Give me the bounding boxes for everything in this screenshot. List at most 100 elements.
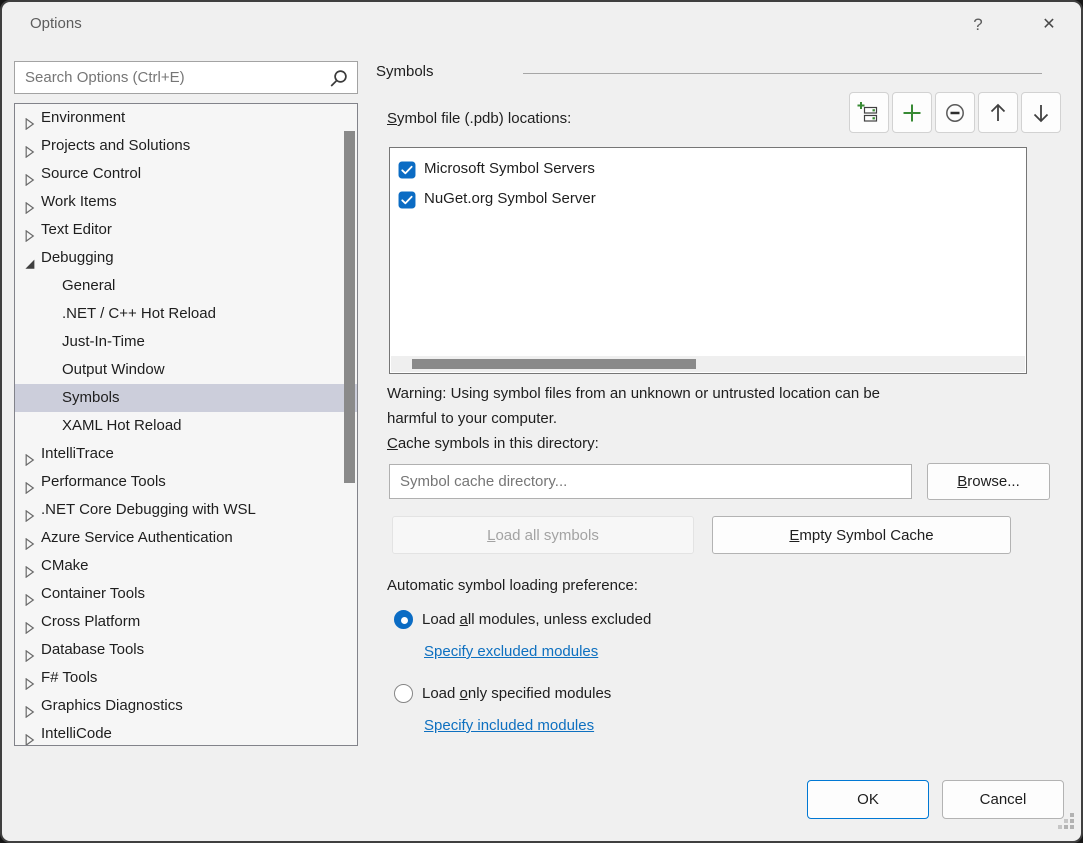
specify-included-modules-link[interactable]: Specify included modules bbox=[424, 717, 594, 734]
sidebar-item-cmake[interactable]: CMake bbox=[15, 552, 357, 580]
radio-load-all-modules-label[interactable]: Load all modules, unless excluded bbox=[422, 611, 651, 628]
warning-text-line2: harmful to your computer. bbox=[387, 410, 557, 427]
symbol-locations-list[interactable]: Microsoft Symbol ServersNuGet.org Symbol… bbox=[389, 147, 1027, 374]
move-down-button[interactable] bbox=[1021, 92, 1061, 133]
auto-loading-preference-label: Automatic symbol loading preference: bbox=[387, 577, 638, 594]
sidebar-item-symbols[interactable]: Symbols bbox=[15, 384, 357, 412]
sidebar-item-net-core-debugging-with-wsl[interactable]: .NET Core Debugging with WSL bbox=[15, 496, 357, 524]
specify-excluded-modules-link[interactable]: Specify excluded modules bbox=[424, 643, 598, 660]
warning-text-line1: Warning: Using symbol files from an unkn… bbox=[387, 385, 880, 402]
close-button[interactable]: ✕ bbox=[1032, 10, 1066, 40]
sidebar-item-source-control[interactable]: Source Control bbox=[15, 160, 357, 188]
sidebar-item-cross-platform[interactable]: Cross Platform bbox=[15, 608, 357, 636]
radio-load-all-modules[interactable] bbox=[394, 610, 413, 629]
tree-collapsed-icon[interactable] bbox=[24, 532, 36, 544]
sidebar-item-container-tools[interactable]: Container Tools bbox=[15, 580, 357, 608]
search-input[interactable] bbox=[15, 62, 357, 93]
tree-collapsed-icon[interactable] bbox=[24, 504, 36, 516]
sidebar-item-label: Text Editor bbox=[41, 216, 112, 244]
sidebar-item-xaml-hot-reload[interactable]: XAML Hot Reload bbox=[15, 412, 357, 440]
options-dialog: Options ? ✕ EnvironmentProjects and Solu… bbox=[0, 0, 1083, 843]
sidebar-item-label: Projects and Solutions bbox=[41, 132, 190, 160]
sidebar-item-label: XAML Hot Reload bbox=[62, 412, 182, 440]
sidebar-item-label: Performance Tools bbox=[41, 468, 166, 496]
sidebar-item-debugging[interactable]: Debugging bbox=[15, 244, 357, 272]
label-post: ache symbols in this directory: bbox=[398, 435, 599, 452]
label-accel: C bbox=[387, 435, 398, 452]
resize-grip[interactable] bbox=[1056, 811, 1075, 835]
tree-collapsed-icon[interactable] bbox=[24, 644, 36, 656]
browse-button[interactable]: Browse... bbox=[927, 463, 1050, 500]
tree-collapsed-icon[interactable] bbox=[24, 588, 36, 600]
sidebar-item-intellicode[interactable]: IntelliCode bbox=[15, 720, 357, 746]
sidebar-item-graphics-diagnostics[interactable]: Graphics Diagnostics bbox=[15, 692, 357, 720]
tree-collapsed-icon[interactable] bbox=[24, 224, 36, 236]
sidebar-item-performance-tools[interactable]: Performance Tools bbox=[15, 468, 357, 496]
tree-collapsed-icon[interactable] bbox=[24, 700, 36, 712]
tree-collapsed-icon[interactable] bbox=[24, 448, 36, 460]
sidebar-item-text-editor[interactable]: Text Editor bbox=[15, 216, 357, 244]
sidebar-item-label: Just-In-Time bbox=[62, 328, 145, 356]
list-horizontal-scrollbar[interactable] bbox=[391, 356, 1025, 372]
help-button[interactable]: ? bbox=[962, 10, 994, 40]
radio-load-only-specified[interactable] bbox=[394, 684, 413, 703]
label-post: ymbol file (.pdb) locations: bbox=[397, 110, 571, 127]
symbol-location-label: NuGet.org Symbol Server bbox=[424, 184, 596, 214]
tree-vertical-scrollbar[interactable] bbox=[344, 131, 355, 483]
cancel-button[interactable]: Cancel bbox=[942, 780, 1064, 819]
title-bar[interactable]: Options ? ✕ bbox=[2, 2, 1081, 48]
sidebar-item-projects-and-solutions[interactable]: Projects and Solutions bbox=[15, 132, 357, 160]
move-up-button[interactable] bbox=[978, 92, 1018, 133]
radio-load-only-specified-label[interactable]: Load only specified modules bbox=[422, 685, 611, 702]
move-down-icon bbox=[1029, 101, 1053, 125]
sidebar-item-net-c-hot-reload[interactable]: .NET / C++ Hot Reload bbox=[15, 300, 357, 328]
empty-symbol-cache-button[interactable]: Empty Symbol Cache bbox=[712, 516, 1011, 554]
options-category-tree: EnvironmentProjects and SolutionsSource … bbox=[14, 103, 358, 746]
tree-collapsed-icon[interactable] bbox=[24, 616, 36, 628]
sidebar-item-label: Cross Platform bbox=[41, 608, 140, 636]
tree-collapsed-icon[interactable] bbox=[24, 168, 36, 180]
cache-directory-label: Cache symbols in this directory: bbox=[387, 435, 599, 452]
sidebar-item-label: Graphics Diagnostics bbox=[41, 692, 183, 720]
sidebar-item-label: IntelliCode bbox=[41, 720, 112, 746]
sidebar-item-intellitrace[interactable]: IntelliTrace bbox=[15, 440, 357, 468]
tree-collapsed-icon[interactable] bbox=[24, 476, 36, 488]
checkbox-checked-icon[interactable] bbox=[398, 190, 416, 220]
scrollbar-thumb[interactable] bbox=[412, 359, 696, 369]
page-title: Symbols bbox=[376, 63, 434, 80]
sidebar-item-database-tools[interactable]: Database Tools bbox=[15, 636, 357, 664]
cache-directory-input[interactable] bbox=[389, 464, 912, 499]
sidebar-item-environment[interactable]: Environment bbox=[15, 104, 357, 132]
symbol-location-row[interactable]: Microsoft Symbol Servers bbox=[390, 154, 1026, 184]
add-symbol-server-button[interactable] bbox=[849, 92, 889, 133]
sidebar-item-label: Debugging bbox=[41, 244, 114, 272]
tree-expanded-icon[interactable] bbox=[24, 252, 36, 264]
sidebar-item-general[interactable]: General bbox=[15, 272, 357, 300]
search-icon[interactable] bbox=[328, 68, 349, 94]
sidebar-item-output-window[interactable]: Output Window bbox=[15, 356, 357, 384]
symbol-location-row[interactable]: NuGet.org Symbol Server bbox=[390, 184, 1026, 214]
ok-button[interactable]: OK bbox=[807, 780, 929, 819]
symbol-location-label: Microsoft Symbol Servers bbox=[424, 154, 595, 184]
sidebar-item-f-tools[interactable]: F# Tools bbox=[15, 664, 357, 692]
sidebar-item-azure-service-authentication[interactable]: Azure Service Authentication bbox=[15, 524, 357, 552]
tree-collapsed-icon[interactable] bbox=[24, 112, 36, 124]
sidebar-item-work-items[interactable]: Work Items bbox=[15, 188, 357, 216]
sidebar-item-label: Database Tools bbox=[41, 636, 144, 664]
sidebar-item-label: Symbols bbox=[62, 384, 120, 412]
tree-collapsed-icon[interactable] bbox=[24, 672, 36, 684]
sidebar-item-label: .NET / C++ Hot Reload bbox=[62, 300, 216, 328]
sidebar-item-label: Environment bbox=[41, 104, 125, 132]
move-up-icon bbox=[986, 101, 1010, 125]
sidebar-item-just-in-time[interactable]: Just-In-Time bbox=[15, 328, 357, 356]
load-all-symbols-button[interactable]: Load all symbols bbox=[392, 516, 694, 554]
remove-location-button[interactable] bbox=[935, 92, 975, 133]
window-title: Options bbox=[30, 15, 82, 32]
sidebar-item-label: Container Tools bbox=[41, 580, 145, 608]
add-location-button[interactable] bbox=[892, 92, 932, 133]
tree-collapsed-icon[interactable] bbox=[24, 560, 36, 572]
search-box bbox=[14, 61, 358, 94]
tree-collapsed-icon[interactable] bbox=[24, 728, 36, 740]
tree-collapsed-icon[interactable] bbox=[24, 140, 36, 152]
tree-collapsed-icon[interactable] bbox=[24, 196, 36, 208]
